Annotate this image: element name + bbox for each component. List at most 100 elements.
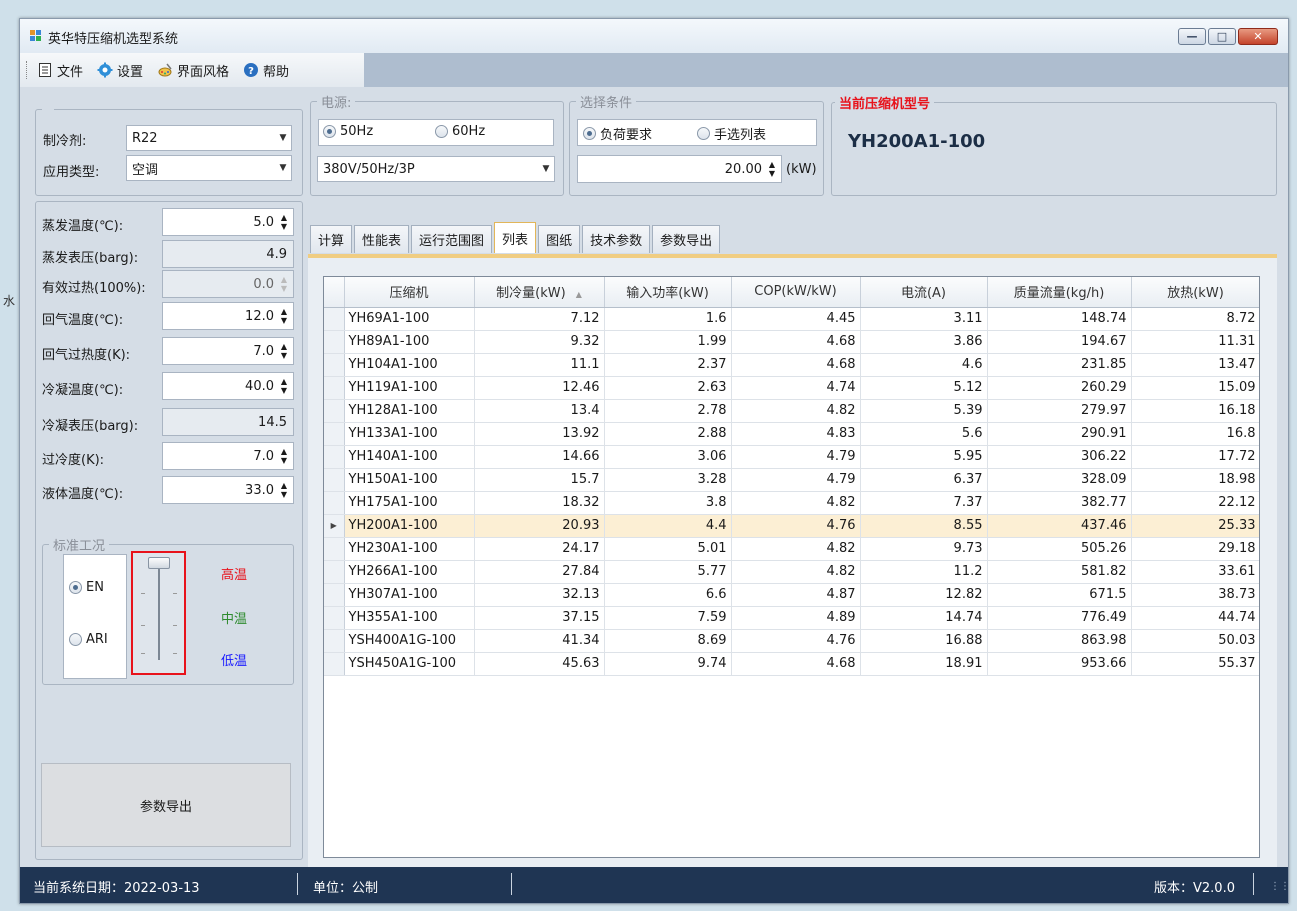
param-input[interactable]: 12.0 ▲ ▼ <box>162 302 294 330</box>
table-cell[interactable]: 1.6 <box>604 307 732 331</box>
column-header[interactable]: COP(kW/kW) <box>731 277 861 308</box>
row-header[interactable] <box>324 330 345 354</box>
table-cell[interactable]: 32.13 <box>474 583 605 607</box>
table-row[interactable]: YH133A1-100 13.92 2.88 4.83 5.6 290.91 16.8 <box>324 422 1259 446</box>
table-cell[interactable]: 6.37 <box>860 468 988 492</box>
table-cell[interactable]: 1.99 <box>604 330 732 354</box>
row-header[interactable] <box>324 491 345 515</box>
table-cell[interactable]: YH355A1-100 <box>344 606 475 630</box>
table-cell[interactable]: 13.92 <box>474 422 605 446</box>
row-header[interactable] <box>324 583 345 607</box>
table-cell[interactable]: 5.95 <box>860 445 988 469</box>
close-button[interactable]: ✕ <box>1238 28 1278 45</box>
table-cell[interactable]: 4.79 <box>731 445 861 469</box>
table-cell[interactable]: YH200A1-100 <box>344 514 475 538</box>
row-header[interactable] <box>324 422 345 446</box>
table-cell[interactable]: YH104A1-100 <box>344 353 475 377</box>
table-cell[interactable]: 2.37 <box>604 353 732 377</box>
param-input[interactable]: 33.0 ▲ ▼ <box>162 476 294 504</box>
table-cell[interactable]: 260.29 <box>987 376 1132 400</box>
table-cell[interactable]: 6.6 <box>604 583 732 607</box>
param-input[interactable]: 5.0 ▲ ▼ <box>162 208 294 236</box>
row-header[interactable] <box>324 399 345 423</box>
tab-2[interactable]: 运行范围图 <box>411 225 493 253</box>
table-cell[interactable]: 11.1 <box>474 353 605 377</box>
table-row[interactable]: YH104A1-100 11.1 2.37 4.68 4.6 231.85 13.47 <box>324 353 1259 377</box>
row-header[interactable] <box>324 468 345 492</box>
slider-thumb[interactable] <box>148 557 170 569</box>
table-cell[interactable]: 16.18 <box>1131 399 1259 423</box>
table-cell[interactable]: 2.88 <box>604 422 732 446</box>
table-cell[interactable]: 4.4 <box>604 514 732 538</box>
tab-1[interactable]: 性能表 <box>354 225 410 253</box>
menu-settings[interactable]: 设置 <box>97 61 143 80</box>
table-cell[interactable]: 14.66 <box>474 445 605 469</box>
table-cell[interactable]: 9.32 <box>474 330 605 354</box>
radio-60hz[interactable]: 60Hz <box>435 124 485 139</box>
spinner-arrows-icon[interactable]: ▲ ▼ <box>278 447 290 465</box>
table-cell[interactable]: 15.09 <box>1131 376 1259 400</box>
table-cell[interactable]: 290.91 <box>987 422 1132 446</box>
row-header[interactable] <box>324 537 345 561</box>
table-row[interactable]: YH140A1-100 14.66 3.06 4.79 5.95 306.22 17.72 <box>324 445 1259 469</box>
table-cell[interactable]: 2.78 <box>604 399 732 423</box>
table-cell[interactable]: 9.73 <box>860 537 988 561</box>
table-cell[interactable]: 4.68 <box>731 652 861 676</box>
radio-50hz[interactable]: 50Hz <box>323 124 373 139</box>
table-cell[interactable]: YH150A1-100 <box>344 468 475 492</box>
table-row[interactable]: YH355A1-100 37.15 7.59 4.89 14.74 776.49 44.74 <box>324 606 1259 630</box>
radio-load-requirement[interactable]: 负荷要求 <box>583 124 652 143</box>
table-cell[interactable]: 41.34 <box>474 629 605 653</box>
table-row[interactable]: YH175A1-100 18.32 3.8 4.82 7.37 382.77 22.12 <box>324 491 1259 515</box>
table-cell[interactable]: 9.74 <box>604 652 732 676</box>
table-cell[interactable]: 20.93 <box>474 514 605 538</box>
current-row-arrow-icon[interactable]: ▶ <box>324 514 345 538</box>
table-cell[interactable]: 3.06 <box>604 445 732 469</box>
spinner-arrows-icon[interactable]: ▲ ▼ <box>766 160 778 178</box>
table-cell[interactable]: 24.17 <box>474 537 605 561</box>
table-cell[interactable]: 8.69 <box>604 629 732 653</box>
spinner-arrows-icon[interactable]: ▲ ▼ <box>278 213 290 231</box>
row-header[interactable] <box>324 606 345 630</box>
table-cell[interactable]: YH230A1-100 <box>344 537 475 561</box>
table-cell[interactable]: YH89A1-100 <box>344 330 475 354</box>
menu-help[interactable]: ? 帮助 <box>243 61 289 80</box>
table-row[interactable]: YH128A1-100 13.4 2.78 4.82 5.39 279.97 16.18 <box>324 399 1259 423</box>
column-header[interactable]: 质量流量(kg/h) <box>987 277 1132 308</box>
table-cell[interactable]: 17.72 <box>1131 445 1259 469</box>
table-cell[interactable]: 27.84 <box>474 560 605 584</box>
app-type-select[interactable]: 空调 ▼ <box>126 155 292 181</box>
table-cell[interactable]: 4.87 <box>731 583 861 607</box>
table-cell[interactable]: 16.88 <box>860 629 988 653</box>
row-header[interactable] <box>324 652 345 676</box>
table-cell[interactable]: 4.6 <box>860 353 988 377</box>
table-cell[interactable]: 194.67 <box>987 330 1132 354</box>
table-cell[interactable]: 25.33 <box>1131 514 1259 538</box>
table-cell[interactable]: 4.82 <box>731 560 861 584</box>
tab-5[interactable]: 技术参数 <box>582 225 651 253</box>
table-cell[interactable]: 953.66 <box>987 652 1132 676</box>
table-cell[interactable]: 45.63 <box>474 652 605 676</box>
table-cell[interactable]: YH128A1-100 <box>344 399 475 423</box>
table-cell[interactable]: 5.12 <box>860 376 988 400</box>
table-row[interactable]: YH119A1-100 12.46 2.63 4.74 5.12 260.29 15.09 <box>324 376 1259 400</box>
table-cell[interactable]: 8.55 <box>860 514 988 538</box>
table-cell[interactable]: 18.91 <box>860 652 988 676</box>
radio-ari[interactable]: ARI <box>69 632 108 647</box>
column-header[interactable]: 电流(A) <box>860 277 988 308</box>
table-cell[interactable]: 12.46 <box>474 376 605 400</box>
table-cell[interactable]: 33.61 <box>1131 560 1259 584</box>
table-cell[interactable]: 4.68 <box>731 330 861 354</box>
table-cell[interactable]: YH69A1-100 <box>344 307 475 331</box>
table-cell[interactable]: YH307A1-100 <box>344 583 475 607</box>
table-cell[interactable]: 231.85 <box>987 353 1132 377</box>
table-cell[interactable]: 15.7 <box>474 468 605 492</box>
table-cell[interactable]: 29.18 <box>1131 537 1259 561</box>
table-cell[interactable]: 382.77 <box>987 491 1132 515</box>
radio-en[interactable]: EN <box>69 580 104 595</box>
table-cell[interactable]: YSH400A1G-100 <box>344 629 475 653</box>
table-cell[interactable]: 38.73 <box>1131 583 1259 607</box>
table-cell[interactable]: 4.76 <box>731 514 861 538</box>
row-header[interactable] <box>324 445 345 469</box>
table-row[interactable]: YH307A1-100 32.13 6.6 4.87 12.82 671.5 38.73 <box>324 583 1259 607</box>
